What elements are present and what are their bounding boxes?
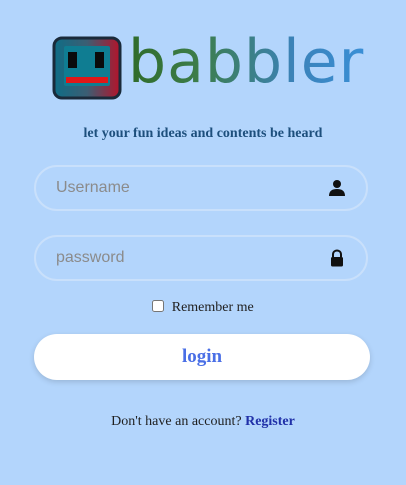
robot-face-icon [52, 36, 122, 100]
register-prompt-row: Don't have an account? Register [0, 414, 406, 430]
username-input[interactable] [56, 167, 316, 209]
username-field-wrapper [34, 165, 368, 211]
login-button[interactable]: login [34, 334, 370, 380]
remember-me-row: Remember me [0, 300, 406, 316]
tagline: let your fun ideas and contents be heard [83, 126, 323, 141]
register-link[interactable]: Register [245, 414, 295, 429]
lock-icon [331, 249, 343, 267]
password-field-wrapper [34, 235, 368, 281]
user-icon [329, 180, 345, 196]
remember-me-label: Remember me [171, 300, 254, 315]
brand-logo: babbler [52, 27, 363, 102]
brand-name: babbler [128, 22, 364, 102]
password-input[interactable] [56, 237, 316, 279]
register-prompt-text: Don't have an account? [111, 414, 242, 429]
remember-me-checkbox[interactable] [152, 300, 165, 312]
